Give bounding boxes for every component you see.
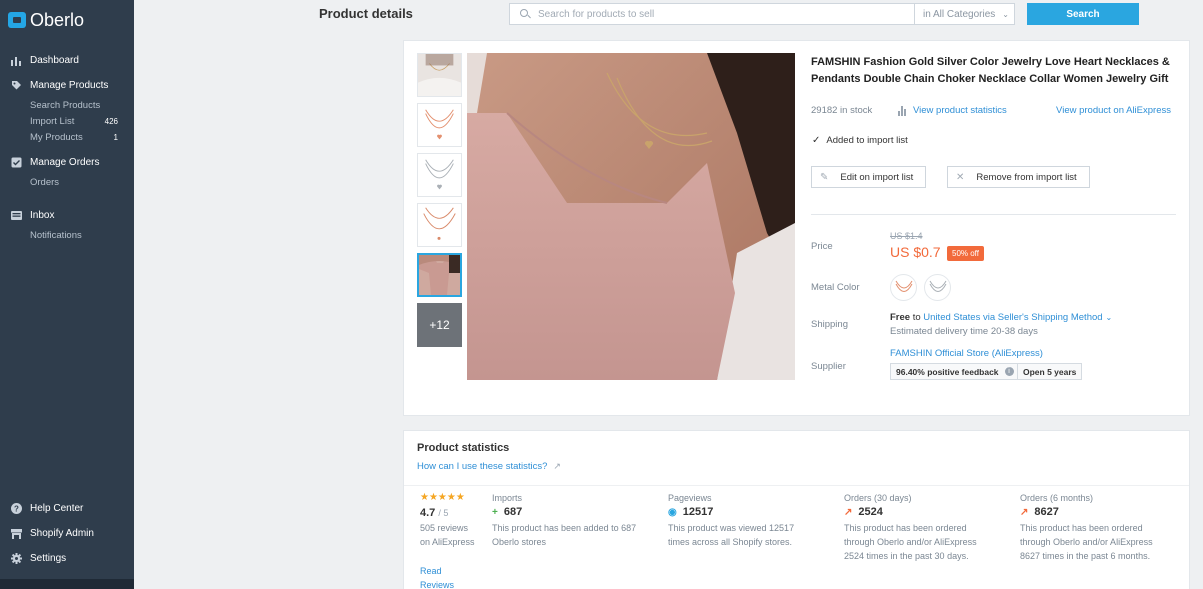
my-products-count: 1 <box>113 132 118 142</box>
product-thumbnail[interactable] <box>417 203 462 247</box>
sidebar-item-help-center[interactable]: ? Help Center <box>0 496 134 521</box>
product-thumbnail-selected[interactable] <box>417 253 462 297</box>
search-icon <box>519 8 531 20</box>
info-icon[interactable]: i <box>1004 367 1014 376</box>
stat-orders-6-months: Orders (6 months) ↗ 8627 This product has… <box>1020 493 1153 561</box>
sidebar-item-search-products[interactable]: Search Products <box>0 97 134 113</box>
trend-chart-icon: ↗ <box>844 506 853 518</box>
view-on-aliexpress-link[interactable]: View product on AliExpress <box>1056 105 1171 116</box>
edit-on-import-list-button[interactable]: ✎ Edit on import list <box>811 166 927 188</box>
divider <box>811 214 1176 215</box>
checkmark-icon: ✓ <box>812 135 821 146</box>
more-images-button[interactable]: +12 <box>417 303 462 347</box>
divider <box>404 485 1189 486</box>
sidebar-item-label: Manage Products <box>30 80 109 91</box>
remove-from-import-list-button[interactable]: ✕ Remove from import list <box>947 166 1090 188</box>
brand[interactable]: Oberlo <box>0 0 134 40</box>
help-icon: ? <box>10 503 22 515</box>
sidebar-item-label: Manage Orders <box>30 157 100 168</box>
sidebar-item-label: Inbox <box>30 210 55 221</box>
oberlo-logo-icon <box>8 12 26 28</box>
category-select[interactable]: in All Categories ⌄ <box>914 3 1015 25</box>
delivery-estimate: Estimated delivery time 20-38 days <box>890 326 1038 337</box>
svg-text:?: ? <box>14 504 19 513</box>
shipping-label: Shipping <box>811 319 848 330</box>
stat-imports: Imports +687 This product has been added… <box>492 493 637 547</box>
product-title: FAMSHIN Fashion Gold Silver Color Jewelr… <box>811 56 1170 85</box>
sidebar-item-manage-orders[interactable]: Manage Orders <box>0 154 134 171</box>
checkbox-icon <box>10 157 22 169</box>
eye-icon: ◉ <box>668 506 677 518</box>
sidebar-item-orders[interactable]: Orders <box>0 174 134 190</box>
sidebar-item-label: Dashboard <box>30 55 79 66</box>
product-statistics-card: Product statistics How can I use these s… <box>403 430 1190 589</box>
added-status: ✓ Added to import list <box>812 135 908 146</box>
sidebar-item-manage-products[interactable]: Manage Products <box>0 77 134 94</box>
sidebar: Oberlo Dashboard Manage Products Search … <box>0 0 134 589</box>
edit-icon: ✎ <box>820 171 829 183</box>
product-thumbnail[interactable] <box>417 153 462 197</box>
gear-icon <box>10 553 22 565</box>
search-input[interactable] <box>538 8 914 20</box>
discount-badge: 50% off <box>947 246 984 261</box>
sidebar-item-dashboard[interactable]: Dashboard <box>0 52 134 69</box>
feedback-badge: 96.40% positive feedback i <box>890 363 1020 380</box>
sidebar-item-label: Shopify Admin <box>30 528 94 539</box>
sidebar-item-settings[interactable]: Settings <box>0 546 134 571</box>
price-label: Price <box>811 241 833 252</box>
more-images-count: +12 <box>429 318 450 332</box>
statistics-help-link[interactable]: How can I use these statistics? ↗ <box>417 461 561 472</box>
tag-icon <box>10 80 22 92</box>
product-thumbnail[interactable] <box>417 103 462 147</box>
supplier-link[interactable]: FAMSHIN Official Store (AliExpress) <box>890 348 1043 359</box>
bar-chart-icon <box>10 55 22 67</box>
import-list-count: 426 <box>104 116 118 126</box>
sidebar-item-shopify-admin[interactable]: Shopify Admin <box>0 521 134 546</box>
search-button[interactable]: Search <box>1027 3 1139 25</box>
close-icon: ✕ <box>956 171 965 183</box>
read-reviews-link[interactable]: Read Reviews <box>420 564 470 589</box>
color-swatch-silver[interactable] <box>924 274 951 301</box>
sidebar-item-notifications[interactable]: Notifications <box>0 227 134 243</box>
metal-color-label: Metal Color <box>811 282 860 293</box>
product-card: +12 FAMSHIN Fashion Gold Silver Color Je… <box>403 40 1190 416</box>
statistics-title: Product statistics <box>417 442 510 454</box>
search-box[interactable] <box>509 3 915 25</box>
brand-name: Oberlo <box>30 9 85 30</box>
stat-orders-30-days: Orders (30 days) ↗ 2524 This product has … <box>844 493 977 561</box>
sale-price: US $0.7 <box>890 244 941 260</box>
external-link-icon: ↗ <box>553 461 561 471</box>
store-icon <box>10 528 22 540</box>
sidebar-item-my-products[interactable]: My Products 1 <box>0 129 134 145</box>
product-main-image <box>467 53 795 380</box>
product-thumbnail[interactable] <box>417 53 462 97</box>
chevron-down-icon[interactable]: ⌄ <box>1106 313 1113 322</box>
store-age-badge: Open 5 years <box>1017 363 1083 380</box>
stock-count: 29182 in stock <box>811 105 873 116</box>
chevron-down-icon: ⌄ <box>1002 9 1009 19</box>
sidebar-item-label: Settings <box>30 553 67 564</box>
page-title: Product details <box>319 6 413 21</box>
sidebar-item-import-list[interactable]: Import List 426 <box>0 113 134 129</box>
trend-chart-icon: ↗ <box>1020 506 1029 518</box>
color-swatch-gold[interactable] <box>890 274 917 301</box>
inbox-icon <box>10 210 22 222</box>
rating-stars-icon: ★★★★★ <box>420 492 465 503</box>
bar-chart-icon <box>898 105 906 116</box>
rating-value: 4.7 / 5 <box>420 507 449 519</box>
stat-pageviews: Pageviews ◉ 12517 This product was viewed… <box>668 493 795 547</box>
original-price: US $1.4 <box>890 231 923 241</box>
shipping-method-link[interactable]: United States via Seller's Shipping Meth… <box>923 312 1102 323</box>
sidebar-item-inbox[interactable]: Inbox <box>0 207 134 224</box>
plus-icon: + <box>492 506 498 518</box>
shipping-method: Free to United States via Seller's Shipp… <box>890 312 1113 323</box>
sidebar-footer <box>0 579 134 589</box>
view-statistics-link[interactable]: View product statistics <box>898 105 1007 116</box>
reviews-count: 505 reviews on AliExpress <box>420 523 475 547</box>
sidebar-item-label: Help Center <box>30 503 84 514</box>
supplier-label: Supplier <box>811 361 846 372</box>
